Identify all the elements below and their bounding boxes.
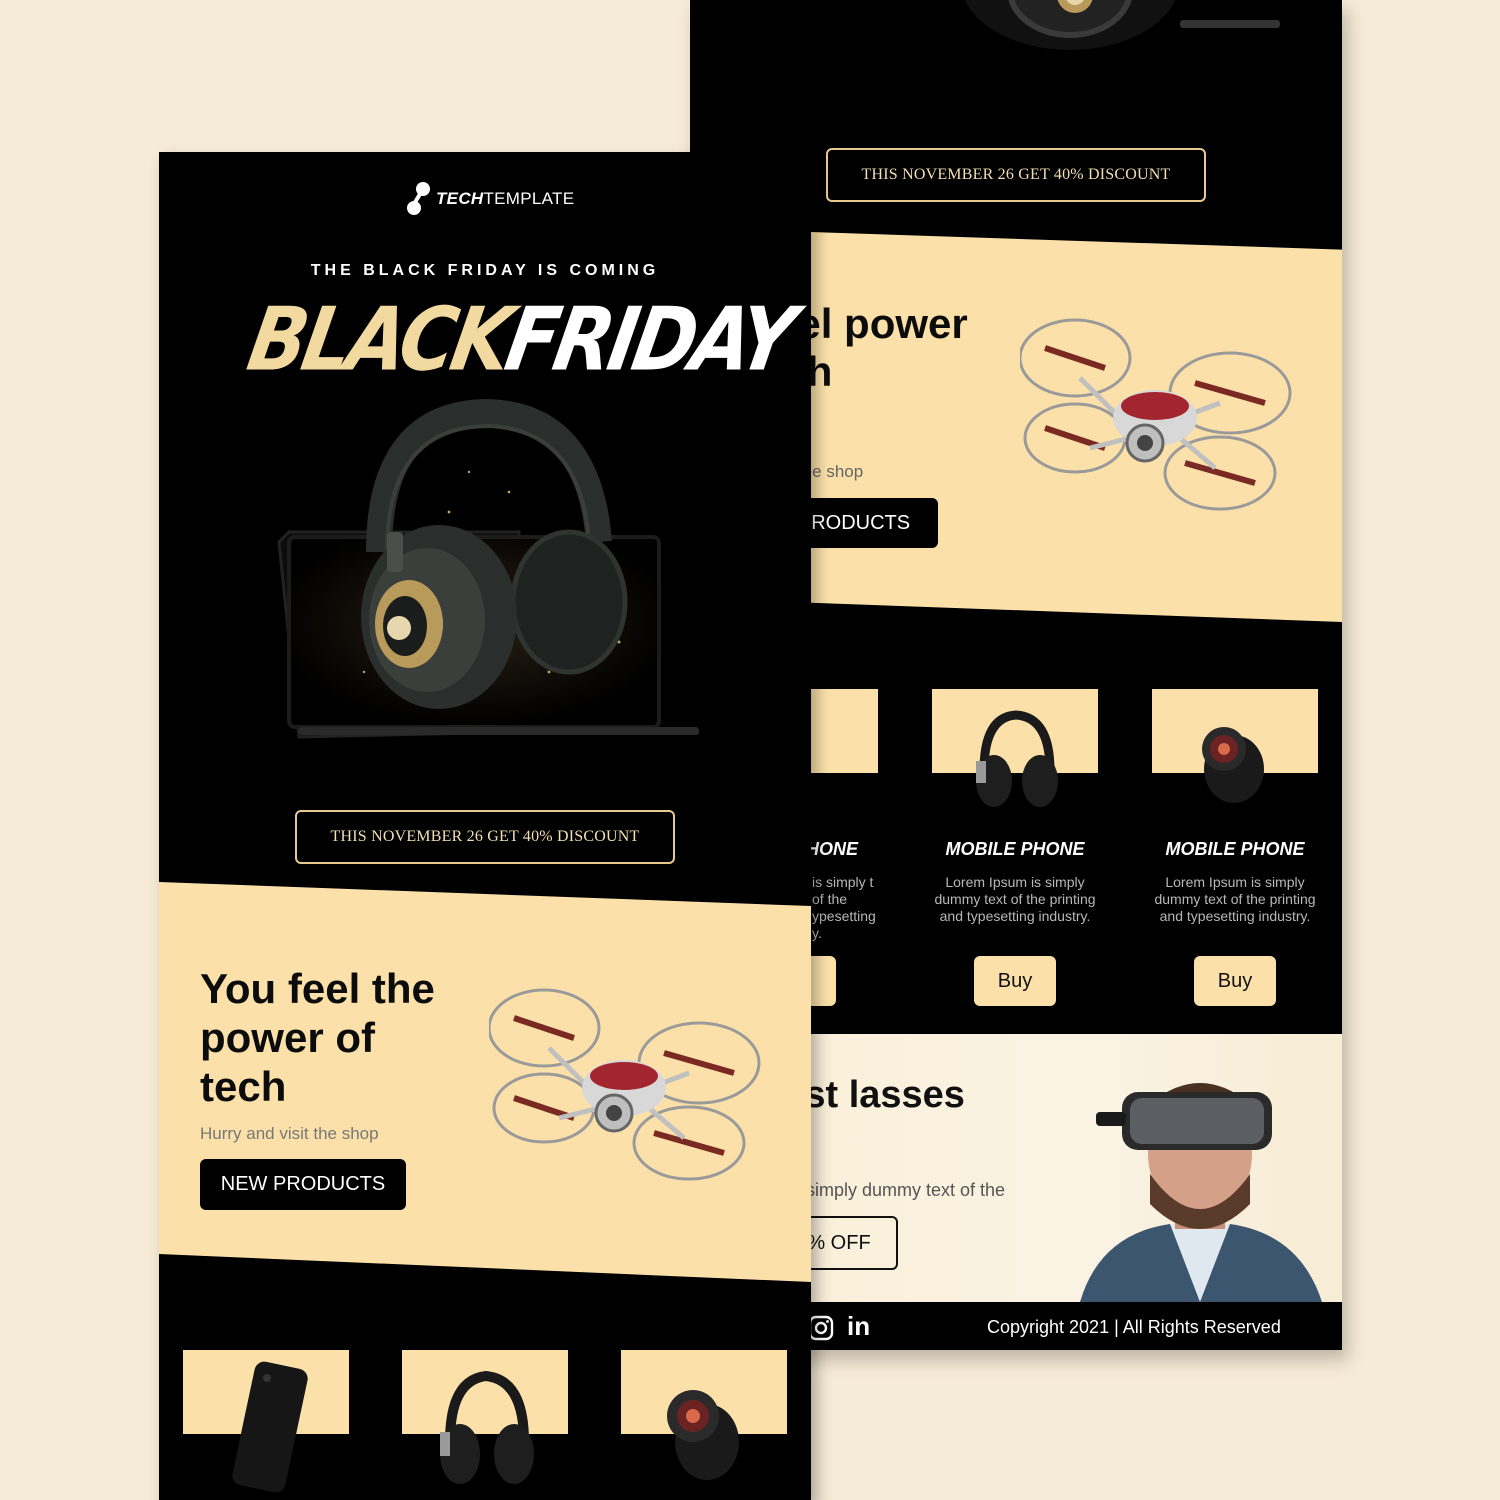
product-image (621, 1350, 787, 1480)
copyright-text: Copyright 2021 | All Rights Reserved (987, 1317, 1281, 1337)
drone-image (489, 988, 761, 1181)
product-card (402, 1350, 568, 1484)
headline: BLACKFRIDAY (240, 288, 800, 391)
hero-subtitle: Hurry and visit the shop (200, 1124, 379, 1143)
product-title: MOBILE PHONE (945, 839, 1085, 859)
hero-section: You feel the power of tech Hurry and vis… (159, 882, 811, 1282)
eyebrow-text: THE BLACK FRIDAY IS COMING (310, 262, 660, 279)
product-card (183, 1350, 349, 1493)
product-image (183, 1350, 349, 1493)
product-image (932, 689, 1098, 807)
headphones-laptop-image (964, 0, 1280, 50)
product-card: MOBILE PHONE Lorem Ipsum is simply dummy… (1152, 689, 1318, 1006)
discount-banner[interactable]: THIS NOVEMBER 26 GET 40% DISCOUNT (826, 148, 1206, 202)
new-products-button[interactable]: NEW PRODUCTS (200, 1159, 406, 1210)
buy-button[interactable]: Buy (974, 956, 1056, 1006)
discount-banner[interactable]: THIS NOVEMBER 26 GET 40% DISCOUNT (295, 810, 675, 864)
logo-text: TECHTEMPLATE (436, 189, 575, 208)
product-image (1152, 689, 1318, 803)
techtemplate-logo-icon (407, 182, 430, 215)
hero-title: You feel the power of tech (200, 965, 435, 1110)
product-card: MOBILE PHONE Lorem Ipsum is simply dummy… (932, 689, 1098, 1006)
product-title: MOBILE PHONE (1165, 839, 1305, 859)
logo[interactable]: TECHTEMPLATE (406, 180, 574, 218)
product-description: Lorem Ipsum is simply dummy text of the … (934, 874, 1096, 924)
email-preview-front: TECHTEMPLATE THE BLACK FRIDAY IS COMING … (159, 152, 811, 1500)
product-image (402, 1350, 568, 1484)
headphones-laptop-image (277, 398, 699, 739)
instagram-icon[interactable] (808, 1315, 834, 1341)
drone-image (1020, 318, 1292, 511)
vr-man-image (1080, 1083, 1322, 1302)
linkedin-icon[interactable]: in (847, 1311, 870, 1342)
product-description: Lorem Ipsum is simply dummy text of the … (1154, 874, 1316, 924)
buy-button[interactable]: Buy (1194, 956, 1276, 1006)
product-card (621, 1350, 787, 1480)
